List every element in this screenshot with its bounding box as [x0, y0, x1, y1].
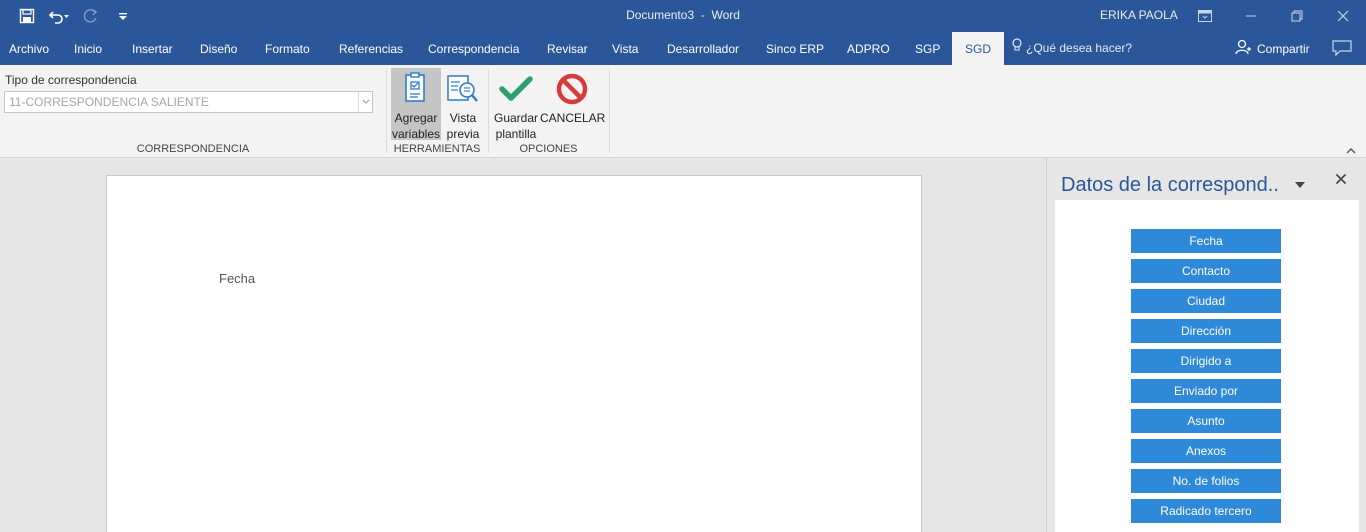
variable-button-no-de-folios[interactable]: No. de folios	[1131, 469, 1281, 493]
chevron-down-icon[interactable]	[358, 92, 372, 112]
save-template-label-2: plantilla	[495, 127, 537, 141]
save-template-button[interactable]: Guardar plantilla	[492, 68, 540, 141]
variable-button-direccion[interactable]: Dirección	[1131, 319, 1281, 343]
variable-button-radicado-tercero[interactable]: Radicado tercero	[1131, 499, 1281, 523]
tab-sgd[interactable]: SGD	[952, 32, 1005, 65]
restore-icon[interactable]	[1274, 0, 1320, 32]
variable-button-enviado-por[interactable]: Enviado por	[1131, 379, 1281, 403]
tab-vista[interactable]: Vista	[606, 32, 644, 65]
correspondence-type-value: 11-CORRESPONDENCIA SALIENTE	[9, 95, 209, 109]
group-divider	[488, 69, 489, 153]
minimize-icon[interactable]	[1228, 0, 1274, 32]
group-label-opciones: OPCIONES	[519, 143, 578, 155]
person-icon	[1235, 39, 1251, 58]
window-controls	[1182, 0, 1366, 32]
variable-button-anexos[interactable]: Anexos	[1131, 439, 1281, 463]
tab-diseno[interactable]: Diseño	[194, 32, 243, 65]
variable-button-contacto[interactable]: Contacto	[1131, 259, 1281, 283]
tab-desarrollador[interactable]: Desarrollador	[661, 32, 745, 65]
tab-inicio[interactable]: Inicio	[68, 32, 108, 65]
tab-insertar[interactable]: Insertar	[126, 32, 179, 65]
preview-label-1: Vista	[449, 111, 477, 125]
task-pane: Datos de la correspond.. Fecha Contacto …	[1046, 158, 1366, 532]
tab-sinco-erp[interactable]: Sinco ERP	[760, 32, 830, 65]
add-variables-button[interactable]: Agregar variables	[391, 68, 441, 141]
title-bar: Documento3 - Word ERIKA PAOLA	[0, 0, 1366, 32]
task-pane-title: Datos de la correspond..	[1061, 174, 1279, 196]
preview-magnifier-icon	[443, 68, 483, 110]
app-name: Word	[711, 8, 740, 22]
variable-button-ciudad[interactable]: Ciudad	[1131, 289, 1281, 313]
document-check-icon	[391, 68, 441, 110]
correspondence-type-label: Tipo de correspondencia	[5, 73, 137, 87]
group-label-correspondencia: CORRESPONDENCIA	[136, 143, 250, 155]
task-pane-body: Fecha Contacto Ciudad Dirección Dirigido…	[1055, 200, 1359, 532]
tell-me-text: ¿Qué desea hacer?	[1026, 41, 1133, 55]
close-icon[interactable]	[1335, 173, 1347, 188]
checkmark-icon	[492, 68, 540, 110]
document-name: Documento3	[626, 8, 695, 22]
tab-revisar[interactable]: Revisar	[541, 32, 594, 65]
group-divider	[386, 69, 387, 153]
document-area: Fecha	[0, 158, 1046, 532]
tell-me-box[interactable]: ¿Qué desea hacer?	[1012, 32, 1132, 65]
ribbon: Tipo de correspondencia 11-CORRESPONDENC…	[0, 65, 1366, 158]
collapse-ribbon-icon[interactable]	[1346, 143, 1356, 157]
ribbon-tabs: Archivo Inicio Insertar Diseño Formato R…	[0, 32, 1366, 65]
cancel-prohibited-icon	[540, 68, 604, 110]
share-label: Compartir	[1257, 41, 1310, 56]
comments-icon[interactable]	[1332, 40, 1352, 59]
document-page[interactable]: Fecha	[106, 175, 922, 532]
share-button[interactable]: Compartir	[1235, 32, 1310, 65]
document-text[interactable]: Fecha	[219, 271, 255, 286]
tab-correspondencia[interactable]: Correspondencia	[422, 32, 525, 65]
cancel-button[interactable]: CANCELAR	[540, 68, 606, 140]
cancel-label: CANCELAR	[540, 111, 606, 125]
preview-button[interactable]: Vista previa	[443, 68, 483, 141]
lightbulb-icon	[1012, 31, 1022, 66]
variable-button-fecha[interactable]: Fecha	[1131, 229, 1281, 253]
user-name[interactable]: ERIKA PAOLA	[1100, 8, 1178, 22]
add-variables-label-1: Agregar	[394, 111, 438, 125]
tab-adpro[interactable]: ADPRO	[841, 32, 896, 65]
save-template-label-1: Guardar	[493, 111, 539, 125]
preview-label-2: previa	[446, 127, 480, 141]
group-divider	[609, 69, 610, 153]
variable-button-asunto[interactable]: Asunto	[1131, 409, 1281, 433]
tab-referencias[interactable]: Referencias	[333, 32, 409, 65]
tab-archivo[interactable]: Archivo	[3, 32, 55, 65]
ribbon-display-options-icon[interactable]	[1182, 0, 1228, 32]
correspondence-type-select[interactable]: 11-CORRESPONDENCIA SALIENTE	[4, 91, 373, 113]
tab-formato[interactable]: Formato	[259, 32, 316, 65]
add-variables-label-2: variables	[391, 127, 441, 141]
title-separator: -	[700, 8, 705, 22]
variable-button-dirigido-a[interactable]: Dirigido a	[1131, 349, 1281, 373]
group-label-herramientas: HERRAMIENTAS	[393, 143, 481, 155]
task-pane-menu-icon[interactable]	[1295, 178, 1305, 192]
close-window-icon[interactable]	[1320, 0, 1366, 32]
tab-sgp[interactable]: SGP	[909, 32, 946, 65]
